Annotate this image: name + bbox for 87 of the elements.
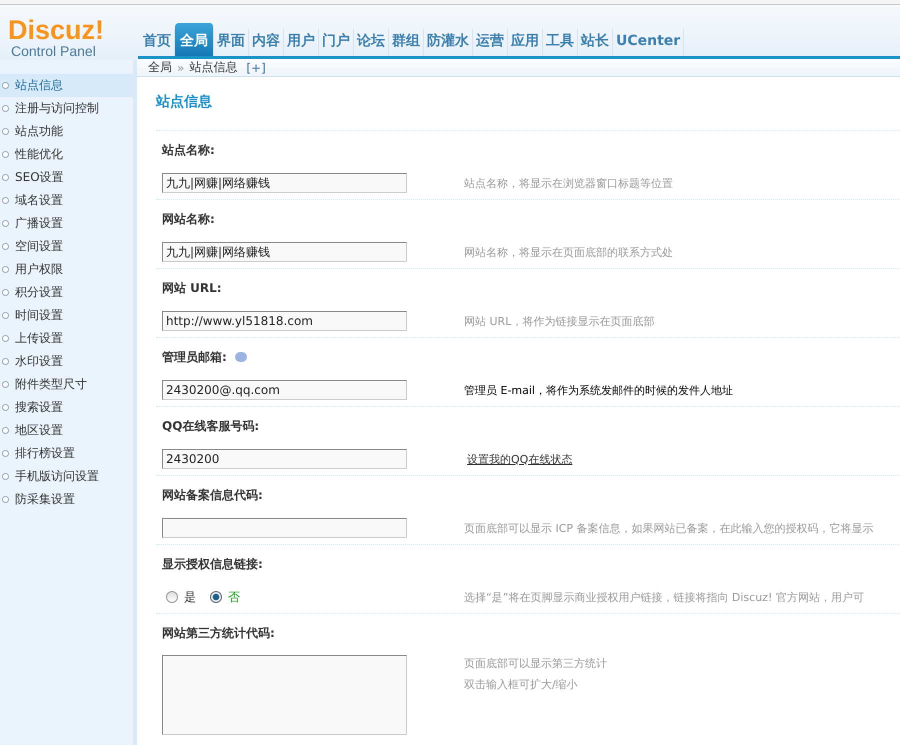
breadcrumb-item[interactable]: 全局: [148, 59, 172, 76]
field-label: 网站备案信息代码:: [162, 486, 263, 504]
sidebar-item[interactable]: SEO设置: [0, 166, 133, 189]
field-label: 网站第三方统计代码:: [162, 624, 275, 642]
sidebar-item[interactable]: 地区设置: [0, 419, 133, 442]
radio-button[interactable]: [166, 591, 178, 603]
nav-tab[interactable]: 站长: [578, 29, 613, 56]
sidebar-item[interactable]: 附件类型尺寸: [0, 373, 133, 396]
text-field[interactable]: 2430200: [162, 449, 407, 469]
circle-bullet-icon: [2, 312, 9, 319]
nav-tab[interactable]: 论坛: [354, 29, 389, 56]
sidebar-item[interactable]: 搜索设置: [0, 396, 133, 419]
nav-tab[interactable]: 群组: [389, 29, 424, 56]
breadcrumb-item: 站点信息: [189, 59, 238, 76]
circle-bullet-icon: [2, 289, 9, 296]
text-field[interactable]: [162, 518, 407, 538]
circle-bullet-icon: [2, 128, 9, 135]
help-icon[interactable]: [234, 352, 247, 362]
circle-bullet-icon: [2, 82, 9, 89]
sidebar-item[interactable]: 时间设置: [0, 304, 133, 327]
sidebar-item[interactable]: 上传设置: [0, 327, 133, 350]
nav-tab[interactable]: 门户: [319, 29, 354, 56]
field-hint: 网站名称，将显示在页面底部的联系方式处: [464, 244, 673, 260]
field-label: 管理员邮箱:: [162, 348, 227, 366]
sidebar-item[interactable]: 手机版访问设置: [0, 465, 133, 488]
nav-tab[interactable]: 工具: [543, 29, 578, 56]
nav-tab[interactable]: 防灌水: [424, 29, 473, 56]
add-shortcut-link[interactable]: [+]: [246, 60, 266, 74]
circle-bullet-icon: [2, 381, 9, 388]
sidebar-item[interactable]: 水印设置: [0, 350, 133, 373]
text-field[interactable]: 九九|网赚|网络赚钱: [162, 242, 407, 262]
nav-tab[interactable]: 内容: [249, 29, 284, 56]
text-field[interactable]: 2430200@.qq.com: [162, 380, 407, 400]
sidebar-item[interactable]: 性能优化: [0, 143, 133, 166]
nav-tab[interactable]: 界面: [214, 29, 249, 56]
field-label: 网站名称:: [162, 210, 215, 228]
radio-label: 否: [228, 588, 240, 606]
field-hint: 管理员 E-mail，将作为系统发邮件的时候的发件人地址: [464, 382, 733, 398]
field-hint: 站点名称，将显示在浏览器窗口标题等位置: [464, 176, 673, 190]
circle-bullet-icon: [2, 404, 9, 411]
radio-button[interactable]: [210, 591, 222, 603]
sidebar-item[interactable]: 站点功能: [0, 120, 133, 143]
sidebar-item[interactable]: 注册与访问控制: [0, 97, 133, 120]
field-hint: 页面底部可以显示第三方统计: [464, 656, 607, 671]
circle-bullet-icon: [2, 220, 9, 227]
circle-bullet-icon: [2, 473, 9, 480]
circle-bullet-icon: [2, 450, 9, 457]
field-label: QQ在线客服号码:: [162, 418, 260, 434]
text-field[interactable]: http://www.yl51818.com: [162, 311, 407, 331]
field-hint: 选择“是”将在页脚显示商业授权用户链接，链接将指向 Discuz! 官方网站，用户可: [464, 590, 864, 604]
sidebar-item[interactable]: 站点信息: [0, 74, 133, 97]
sidebar-item[interactable]: 广播设置: [0, 212, 133, 235]
sidebar-item[interactable]: 域名设置: [0, 189, 133, 212]
breadcrumb-separator: »: [177, 60, 184, 74]
circle-bullet-icon: [2, 197, 9, 204]
sidebar-item[interactable]: 积分设置: [0, 281, 133, 304]
text-area[interactable]: [162, 655, 407, 735]
nav-tab[interactable]: UCenter: [613, 29, 684, 56]
field-label: 网站 URL:: [162, 280, 222, 296]
sidebar-item[interactable]: 用户权限: [0, 258, 133, 281]
qq-status-link[interactable]: 设置我的QQ在线状态: [464, 452, 572, 466]
logo-title: Discuz!: [8, 17, 104, 43]
nav-tab[interactable]: 应用: [508, 29, 543, 56]
sidebar-item[interactable]: 空间设置: [0, 235, 133, 258]
nav-tab[interactable]: 运营: [473, 29, 508, 56]
logo-subtitle: Control Panel: [10, 43, 96, 59]
circle-bullet-icon: [2, 427, 9, 434]
circle-bullet-icon: [2, 496, 9, 503]
circle-bullet-icon: [2, 266, 9, 273]
sidebar-item[interactable]: 排行榜设置: [0, 442, 133, 465]
circle-bullet-icon: [2, 243, 9, 250]
radio-label: 是: [184, 588, 196, 606]
field-hint: 网站 URL，将作为链接显示在页面底部: [464, 314, 654, 328]
text-field[interactable]: 九九|网赚|网络赚钱: [162, 173, 407, 193]
field-hint: 双击输入框可扩大/缩小: [464, 677, 579, 692]
nav-tab[interactable]: 用户: [284, 29, 319, 56]
field-label: 显示授权信息链接:: [162, 556, 263, 572]
circle-bullet-icon: [2, 358, 9, 365]
field-label: 站点名称:: [162, 142, 215, 158]
field-hint: 页面底部可以显示 ICP 备案信息，如果网站已备案，在此输入您的授权码，它将显示: [464, 520, 874, 536]
page-title: 站点信息: [156, 77, 900, 131]
sidebar-item[interactable]: 防采集设置: [0, 488, 133, 511]
circle-bullet-icon: [2, 335, 9, 342]
circle-bullet-icon: [2, 174, 9, 181]
circle-bullet-icon: [2, 151, 9, 158]
nav-tab[interactable]: 全局: [175, 23, 214, 56]
circle-bullet-icon: [2, 105, 9, 112]
